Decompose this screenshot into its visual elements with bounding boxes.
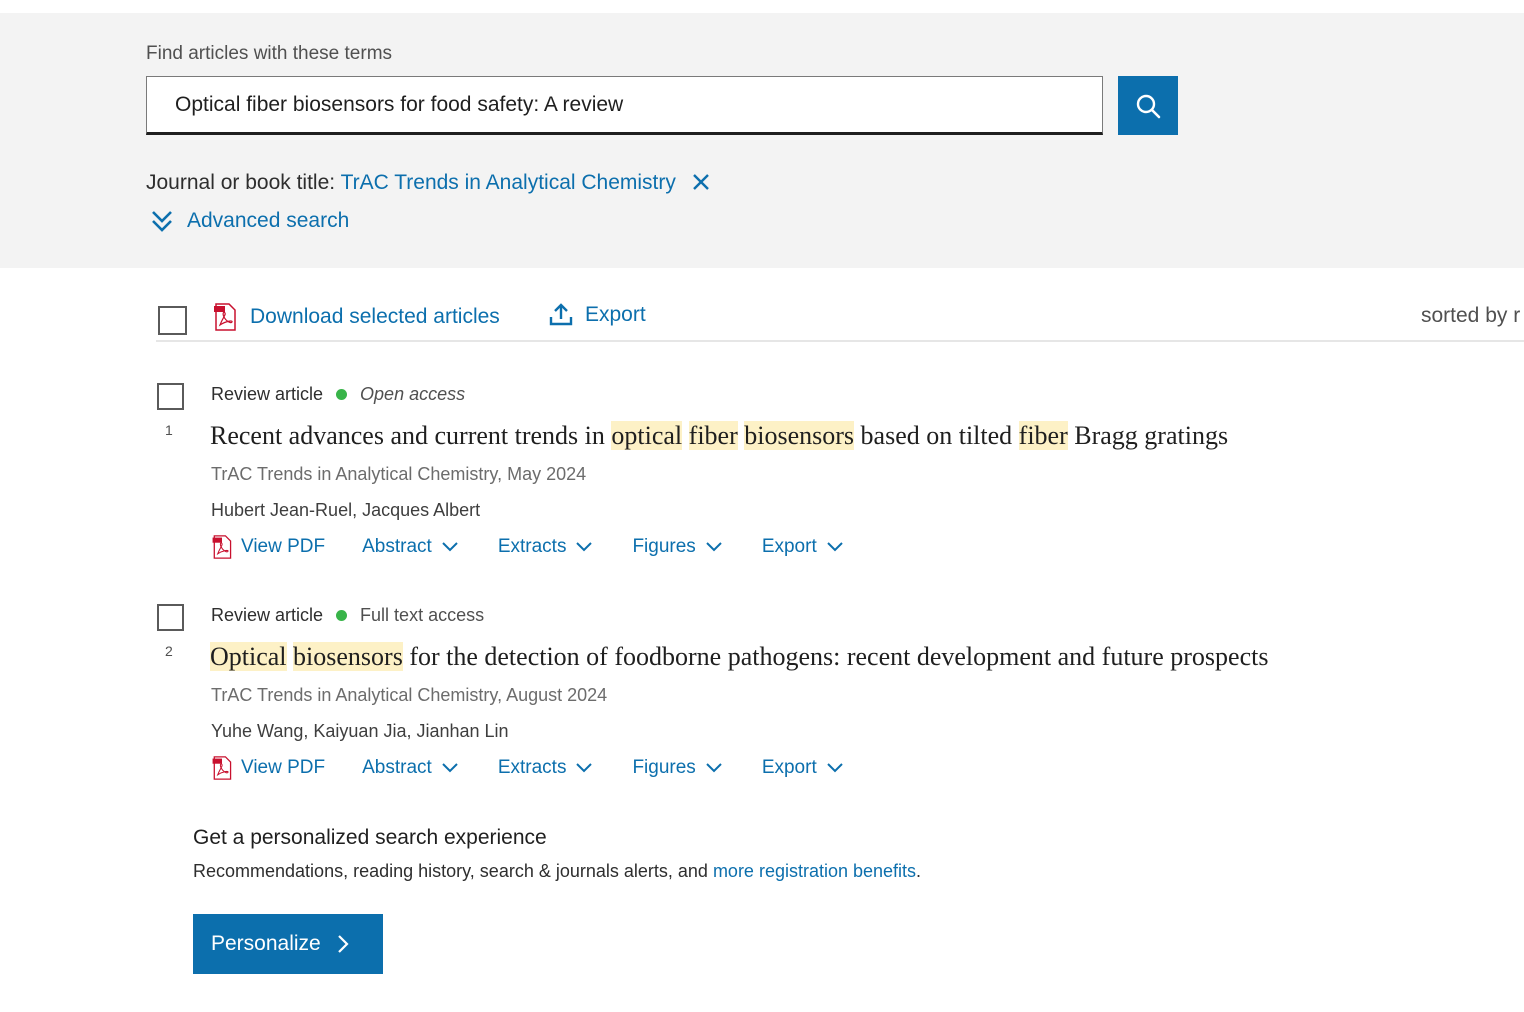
advanced-search-toggle[interactable]: Advanced search [150,209,349,233]
figures-toggle[interactable]: Figures [632,757,722,779]
journal-filter-value: TrAC Trends in Analytical Chemistry [340,171,676,194]
result-checkbox[interactable] [157,604,184,631]
export-selected-button[interactable]: Export [549,303,646,327]
title-highlight: biosensors [744,421,855,450]
access-status: Full text access [360,605,485,625]
chevron-down-icon [442,542,458,552]
result-title-link[interactable]: Optical biosensors for the detection of … [210,642,1268,672]
title-text: for the detection of foodborne pathogens… [402,642,1269,671]
result-actions: View PDF Abstract Extracts Figures Expor… [211,756,843,780]
search-input[interactable]: Optical fiber biosensors for food safety… [146,76,1103,135]
registration-benefits-link[interactable]: more registration benefits [713,861,916,881]
chevron-right-icon [337,935,349,953]
select-all-checkbox[interactable] [158,306,187,335]
abstract-label: Abstract [362,536,432,557]
chevron-down-icon [442,763,458,773]
search-button[interactable] [1118,76,1178,135]
result-type-row: Review article Full text access [211,605,484,626]
sort-by-label[interactable]: sorted by r [1421,304,1520,328]
figures-toggle[interactable]: Figures [632,536,722,558]
find-articles-label: Find articles with these terms [146,43,393,64]
extracts-label: Extracts [497,536,567,557]
access-dot-icon [336,610,348,621]
result-authors: Yuhe Wang, Kaiyuan Jia, Jianhan Lin [211,721,509,741]
result-title-link[interactable]: Recent advances and current trends in op… [210,421,1228,451]
title-text [682,421,689,450]
access-status: Open access [360,384,466,404]
title-highlight: Optical [210,642,287,671]
export-label: Export [761,757,817,778]
result-type-row: Review article Open access [211,384,465,405]
export-label: Export [761,536,817,557]
chevron-down-icon [827,542,843,552]
double-chevron-down-icon [152,211,172,232]
journal-filter-label: Journal or book title: [146,171,341,194]
chevron-down-icon [576,763,593,773]
article-type: Review article [211,384,324,404]
pdf-icon [212,756,232,780]
view-pdf-label: View PDF [241,536,326,557]
chevron-down-icon [576,542,593,552]
download-selected-button[interactable]: Download selected articles [211,303,500,331]
title-text: Bragg gratings [1067,421,1229,450]
title-text: based on tilted [854,421,1019,450]
personalize-button[interactable]: Personalize [193,914,383,974]
promo-title: Get a personalized search experience [193,826,547,849]
article-type: Review article [211,605,324,625]
view-pdf-link[interactable]: View PDF [211,756,325,780]
export-toggle[interactable]: Export [762,536,843,558]
access-dot-icon [336,389,348,400]
result-number: 1 [165,422,173,438]
abstract-toggle[interactable]: Abstract [362,757,458,779]
upload-icon [549,303,573,326]
advanced-search-label: Advanced search [187,209,350,232]
result-source[interactable]: TrAC Trends in Analytical Chemistry, Aug… [211,685,607,706]
download-selected-label: Download selected articles [250,305,500,328]
title-text: Recent advances and current trends in [210,421,612,450]
export-toggle[interactable]: Export [762,757,843,779]
search-panel: Find articles with these terms Optical f… [0,13,1524,268]
abstract-toggle[interactable]: Abstract [362,536,458,558]
result-actions: View PDF Abstract Extracts Figures Expor… [211,535,843,559]
search-icon [1136,94,1161,118]
promo-text-suffix: . [916,861,922,881]
chevron-down-icon [706,763,722,773]
result-authors: Hubert Jean-Ruel, Jacques Albert [211,500,481,520]
extracts-toggle[interactable]: Extracts [498,536,593,558]
title-highlight: optical [611,421,683,450]
figures-label: Figures [632,536,696,557]
title-highlight: fiber [1018,421,1068,450]
pdf-icon [212,535,232,559]
title-highlight: biosensors [293,642,403,671]
journal-filter: Journal or book title: TrAC Trends in An… [146,171,710,197]
title-highlight: fiber [688,421,738,450]
remove-filter-icon[interactable] [692,173,710,197]
result-number: 2 [165,643,173,659]
chevron-down-icon [827,763,843,773]
figures-label: Figures [632,757,696,778]
view-pdf-label: View PDF [241,757,326,778]
view-pdf-link[interactable]: View PDF [211,535,325,559]
pdf-icon [214,303,236,331]
extracts-label: Extracts [497,757,567,778]
chevron-down-icon [706,542,722,552]
abstract-label: Abstract [362,757,432,778]
result-source[interactable]: TrAC Trends in Analytical Chemistry, May… [211,464,586,485]
export-selected-label: Export [585,303,646,326]
toolbar-divider [156,340,1524,342]
promo-text: Recommendations, reading history, search… [193,861,921,882]
result-checkbox[interactable] [157,383,184,410]
promo-text-body: Recommendations, reading history, search… [193,861,713,881]
personalize-label: Personalize [211,932,321,955]
extracts-toggle[interactable]: Extracts [498,757,593,779]
